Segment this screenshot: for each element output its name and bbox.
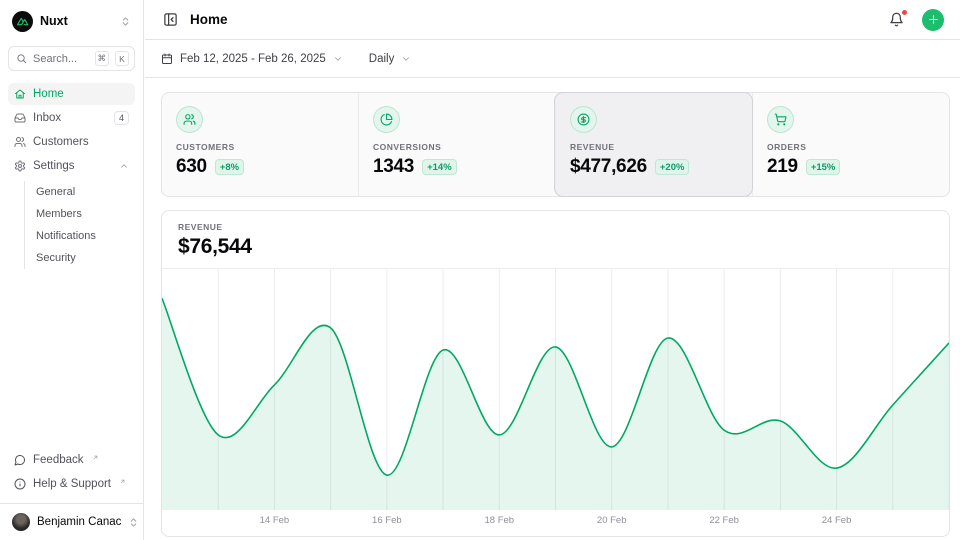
external-link-icon [119,478,126,485]
stat-label: CUSTOMERS [176,142,344,152]
info-circle-icon [14,478,26,490]
workspace-switcher[interactable]: Nuxt [8,9,135,33]
nuxt-logo [12,11,33,32]
date-range-picker[interactable]: Feb 12, 2025 - Feb 26, 2025 [161,53,343,65]
chevrons-up-down-icon [120,16,131,27]
x-axis-label: 20 Feb [597,515,627,526]
dollar-circle-icon [570,106,597,133]
external-link-icon [92,454,99,461]
chart-canvas [162,269,949,510]
granularity-select[interactable]: Daily [369,53,412,65]
inbox-icon [14,112,26,124]
user-name: Benjamin Canac [37,516,121,528]
x-axis-label: 22 Feb [709,515,739,526]
stat-label: ORDERS [767,142,935,152]
sidebar-nav: Home Inbox 4 Customers Settings [8,83,135,269]
chart-total-value: $76,544 [178,235,933,259]
stat-card-customers[interactable]: CUSTOMERS 630 +8% [162,93,358,196]
x-axis-label: 16 Feb [372,515,402,526]
chevrons-up-down-icon [128,517,139,528]
revenue-chart-card: REVENUE $76,544 14 Feb 16 Feb 18 Feb 20 Feb… [161,210,950,537]
page-title: Home [190,12,228,27]
search-icon [16,53,27,64]
feedback-link[interactable]: Feedback [8,449,135,471]
stat-value: 1343 [373,156,414,178]
stat-value: $477,626 [570,156,647,178]
chevron-down-icon [401,54,411,64]
stats-row: CUSTOMERS 630 +8% CONVERSIONS 1343 +14% … [161,92,950,197]
revenue-area-chart[interactable] [162,269,949,510]
plus-icon [927,13,940,26]
kbd-k: K [115,51,129,66]
main-panel: Home Feb 12, 2025 - Feb 26, 2025 Daily [145,0,960,540]
sidebar-item-settings[interactable]: Settings [8,155,135,177]
stat-delta-badge: +8% [215,159,244,175]
stat-value: 219 [767,156,798,178]
top-header: Home [145,0,960,40]
x-axis-label: 14 Feb [260,515,290,526]
chevron-up-icon [119,161,129,171]
chart-x-axis: 14 Feb 16 Feb 18 Feb 20 Feb 22 Feb 24 Feb [162,510,949,532]
pie-chart-icon [373,106,400,133]
stat-card-orders[interactable]: ORDERS 219 +15% [752,93,949,196]
chart-header: REVENUE $76,544 [162,211,949,269]
search-input[interactable]: Search... ⌘ K [8,46,135,71]
gear-icon [14,160,26,172]
search-placeholder: Search... [33,53,89,65]
stat-card-conversions[interactable]: CONVERSIONS 1343 +14% [358,93,555,196]
sidebar-item-general[interactable]: General [25,181,135,203]
sidebar: Nuxt Search... ⌘ K Home [0,0,144,540]
filters-toolbar: Feb 12, 2025 - Feb 26, 2025 Daily [145,40,960,78]
chevron-down-icon [333,54,343,64]
stat-delta-badge: +15% [806,159,841,175]
sidebar-item-members[interactable]: Members [25,203,135,225]
user-section: Benjamin Canac [0,503,143,540]
message-bubble-icon [14,454,26,466]
notification-dot [901,9,908,16]
shopping-cart-icon [767,106,794,133]
panel-left-close-icon [163,12,178,27]
workspace-name: Nuxt [40,14,68,28]
user-menu-button[interactable]: Benjamin Canac [8,511,135,533]
kbd-cmd: ⌘ [95,51,110,66]
sidebar-item-home[interactable]: Home [8,83,135,105]
user-avatar [12,513,30,531]
stat-delta-badge: +14% [422,159,457,175]
users-icon [14,136,26,148]
x-axis-label: 24 Feb [822,515,852,526]
users-icon [176,106,203,133]
chart-title: REVENUE [178,222,933,232]
settings-subnav: General Members Notifications Security [24,181,135,269]
calendar-icon [161,53,173,65]
x-axis-label: 18 Feb [484,515,514,526]
notifications-button[interactable] [887,10,906,29]
sidebar-item-security[interactable]: Security [25,247,135,269]
sidebar-item-customers[interactable]: Customers [8,131,135,153]
house-icon [14,88,26,100]
inbox-count-badge: 4 [114,111,129,125]
stat-delta-badge: +20% [655,159,690,175]
stat-label: REVENUE [570,142,738,152]
sidebar-item-inbox[interactable]: Inbox 4 [8,107,135,129]
add-button[interactable] [922,9,944,31]
help-support-link[interactable]: Help & Support [8,473,135,495]
stat-label: CONVERSIONS [373,142,541,152]
sidebar-footer-links: Feedback Help & Support [0,449,143,503]
stat-card-revenue[interactable]: REVENUE $477,626 +20% [555,93,752,196]
sidebar-item-notifications[interactable]: Notifications [25,225,135,247]
stat-value: 630 [176,156,207,178]
collapse-sidebar-button[interactable] [161,10,180,29]
